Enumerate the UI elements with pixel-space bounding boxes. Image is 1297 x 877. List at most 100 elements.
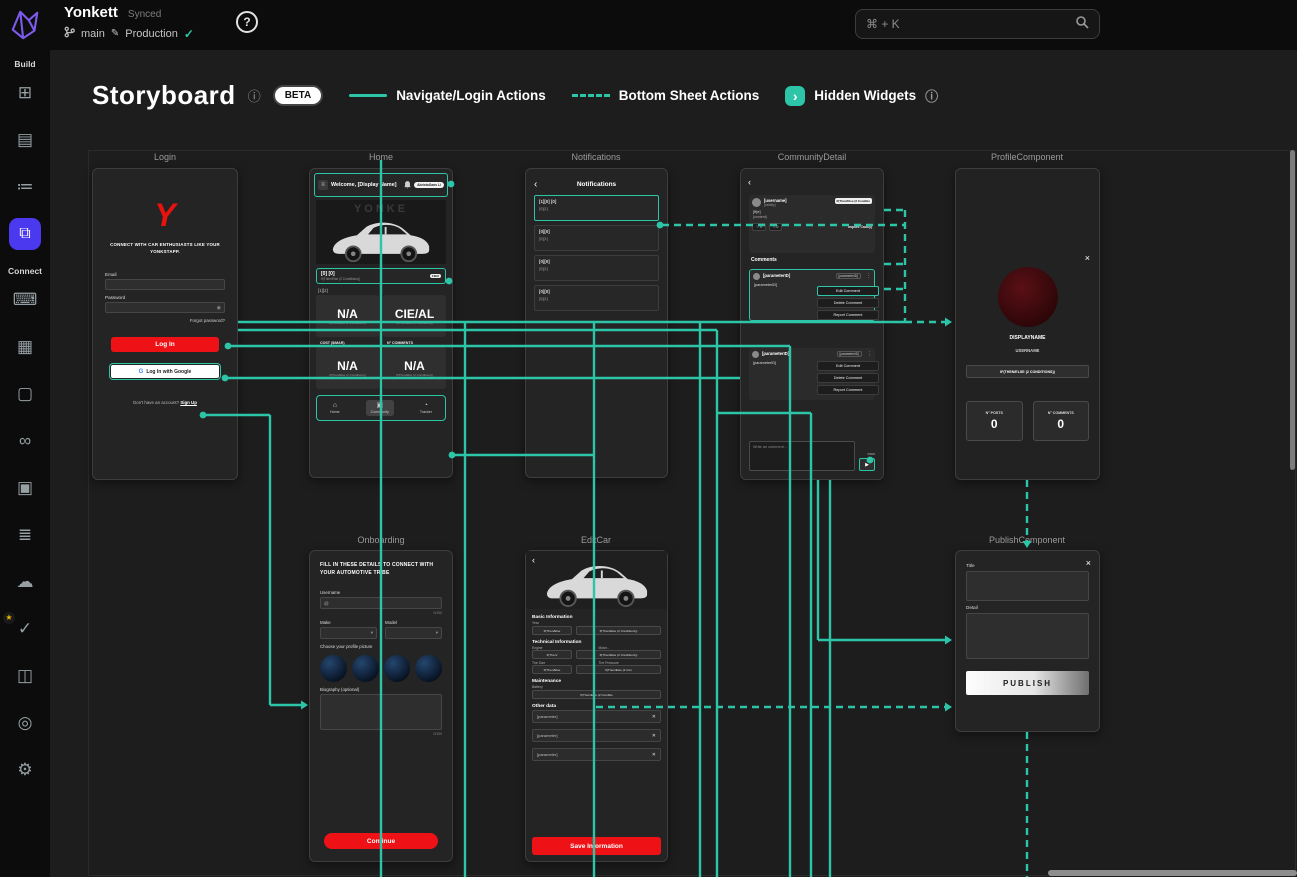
screen-communitydetail[interactable]: ‹ [username] [validity] If(Then/Else (2 C…: [740, 168, 884, 480]
profile-picture-option[interactable]: [383, 655, 411, 682]
checks-icon[interactable]: ✓ ★: [0, 605, 50, 652]
remove-icon[interactable]: ✕: [652, 752, 656, 758]
toolbox-icon[interactable]: ◫: [0, 652, 50, 699]
horizontal-scrollbar[interactable]: [1048, 870, 1297, 876]
kebab-icon[interactable]: ⋮: [866, 273, 871, 279]
storyboard-icon-selected[interactable]: ⧉: [9, 217, 41, 250]
title-info-icon[interactable]: ⓘ: [248, 86, 261, 105]
frame-label-publishcomponent[interactable]: PublishComponent: [989, 535, 1065, 545]
frame-label-home[interactable]: Home: [369, 152, 393, 162]
back-icon[interactable]: ‹: [748, 177, 751, 187]
email-field[interactable]: [105, 279, 225, 291]
parameter-row[interactable]: [parameter] ✕: [532, 748, 661, 761]
screen-editcar[interactable]: ‹ Basic Information Year If(Then/Else If(…: [525, 550, 668, 862]
frame-label-profilecomponent[interactable]: ProfileComponent: [991, 152, 1063, 162]
screen-login[interactable]: Y CONNECT WITH CAR ENTHUSIASTS LIKE YOUR…: [92, 168, 238, 480]
menu-icon[interactable]: ≡: [318, 180, 328, 190]
parameter-row[interactable]: [parameter] ✕: [532, 729, 661, 742]
send-button[interactable]: ▶: [859, 458, 875, 471]
engine-chip[interactable]: If(Then/: [532, 650, 572, 659]
comment-chip[interactable]: ○ 0: [769, 223, 783, 231]
frame-label-notifications[interactable]: Notifications: [571, 152, 620, 162]
nav-community[interactable]: ▣ Community: [365, 400, 394, 416]
frame-label-communitydetail[interactable]: CommunityDetail: [778, 152, 847, 162]
environment-name[interactable]: Production: [125, 28, 178, 40]
eye-icon[interactable]: ◉: [217, 305, 221, 311]
remove-icon[interactable]: ✕: [652, 714, 656, 720]
username-field[interactable]: @: [320, 597, 442, 609]
stat-strip[interactable]: [0] [0] If(Then/Else (2 Conditions)) FIBU: [316, 268, 446, 284]
deploy-icon[interactable]: ☁: [0, 558, 50, 605]
project-name[interactable]: Yonkett: [64, 4, 118, 21]
frame-label-editcar[interactable]: EditCar: [581, 535, 611, 545]
profile-picture-option[interactable]: [351, 655, 379, 682]
frame-label-login[interactable]: Login: [154, 152, 176, 162]
data-types-icon[interactable]: ≔: [0, 163, 50, 210]
notification-item[interactable]: [0][0] [0][1]: [534, 285, 659, 311]
forgot-password-link[interactable]: Forgot password?: [105, 318, 225, 323]
battery-chip[interactable]: If(Then/Else (2 Conditio: [532, 690, 661, 699]
kebab-icon[interactable]: ⋮: [867, 351, 872, 357]
settings-icon[interactable]: ⚙: [0, 746, 50, 793]
widgets-icon[interactable]: ⊞: [0, 69, 50, 116]
screen-publishcomponent[interactable]: × Title Detail PUBLISH: [955, 550, 1100, 732]
notification-item[interactable]: [0][0] [0][1]: [534, 255, 659, 281]
branch-name[interactable]: main: [81, 28, 105, 40]
tire-size-chip[interactable]: If(Then/Else: [532, 665, 572, 674]
help-button[interactable]: ?: [236, 11, 258, 33]
bell-icon[interactable]: [404, 176, 411, 194]
signup-link[interactable]: Sign Up: [180, 400, 197, 405]
profile-picture-option[interactable]: [320, 655, 347, 682]
comment-input[interactable]: Write an comment...: [749, 441, 855, 471]
post-card[interactable]: [username] [validity] If(Then/Else (2 Con…: [749, 195, 875, 253]
model-dropdown[interactable]: ▾: [385, 627, 442, 639]
user-chip[interactable]: AbristoSans Li: [414, 182, 444, 188]
search-input[interactable]: ⌘ + K: [855, 9, 1100, 39]
back-icon[interactable]: ‹: [534, 179, 550, 190]
close-icon[interactable]: ×: [1085, 253, 1090, 263]
back-icon[interactable]: ‹: [532, 555, 535, 565]
stat-card[interactable]: N/A If(Then/Else (2 Conditions)): [383, 347, 446, 389]
login-button[interactable]: Log In: [111, 337, 219, 353]
password-field[interactable]: ◉: [105, 302, 225, 314]
profile-picture-option[interactable]: [415, 655, 442, 682]
save-information-button[interactable]: Save Information: [532, 837, 661, 855]
report-comment-item[interactable]: Report Comment: [817, 385, 879, 395]
remove-icon[interactable]: ✕: [652, 733, 656, 739]
parameter-row[interactable]: [parameter] ✕: [532, 710, 661, 723]
edit-comment-item[interactable]: Edit Comment: [817, 361, 879, 371]
nav-tracker[interactable]: ◔ Tracker: [420, 402, 432, 414]
screen-onboarding[interactable]: FILL IN THESE DETAILS TO CONNECT WITH YO…: [309, 550, 453, 862]
publish-button[interactable]: PUBLISH: [966, 671, 1089, 695]
like-chip[interactable]: ♡ 0: [752, 223, 767, 231]
delete-comment-item[interactable]: Delete Comment: [817, 373, 879, 383]
year-chip[interactable]: If(Then/Else: [532, 626, 572, 635]
stat-card[interactable]: N/A If(Then/Else (2 Conditions)): [316, 295, 379, 337]
nav-home[interactable]: ⌂ Home: [330, 402, 340, 414]
stat-card[interactable]: CIE/AL If(Then/Else (2 Conditions)): [383, 295, 446, 337]
analytics-icon[interactable]: ≣: [0, 511, 50, 558]
edit-comment-item[interactable]: Edit Comment: [817, 286, 879, 296]
schema-icon[interactable]: ▦: [0, 323, 50, 370]
title-field[interactable]: [966, 571, 1089, 601]
pages-icon[interactable]: ▤: [0, 116, 50, 163]
integrations-icon[interactable]: ∞: [0, 417, 50, 464]
year-condition-chip[interactable]: If(Then/Else (2 Conditions)): [576, 626, 661, 635]
target-icon[interactable]: ◎: [0, 699, 50, 746]
frame-label-onboarding[interactable]: Onboarding: [357, 535, 404, 545]
notification-item[interactable]: [1][0] [0] [0][1]: [534, 195, 659, 221]
media-icon[interactable]: ▣: [0, 464, 50, 511]
delete-comment-item[interactable]: Delete Comment: [817, 298, 879, 308]
notification-item[interactable]: [0][0] [0][1]: [534, 225, 659, 251]
continue-button[interactable]: Continue: [324, 833, 438, 849]
storyboard-canvas[interactable]: Storyboard ⓘ BETA Navigate/Login Actions…: [50, 50, 1297, 877]
database-icon[interactable]: ⌨: [0, 276, 50, 323]
screen-home[interactable]: ≡ Welcome, [Display Name] AbristoSans Li…: [309, 168, 453, 478]
hidden-info-icon[interactable]: ⓘ: [925, 86, 938, 105]
vertical-scrollbar[interactable]: [1290, 150, 1295, 470]
biography-field[interactable]: [320, 694, 442, 730]
custom-code-icon[interactable]: ▢: [0, 370, 50, 417]
screen-notifications[interactable]: ‹ Notifications [1][0] [0] [0][1] [0][0][…: [525, 168, 668, 478]
screen-profilecomponent[interactable]: × DISPLAYNAME USERNAME IF(THEN/ELSE (2 C…: [955, 168, 1100, 480]
make-dropdown[interactable]: ▾: [320, 627, 377, 639]
